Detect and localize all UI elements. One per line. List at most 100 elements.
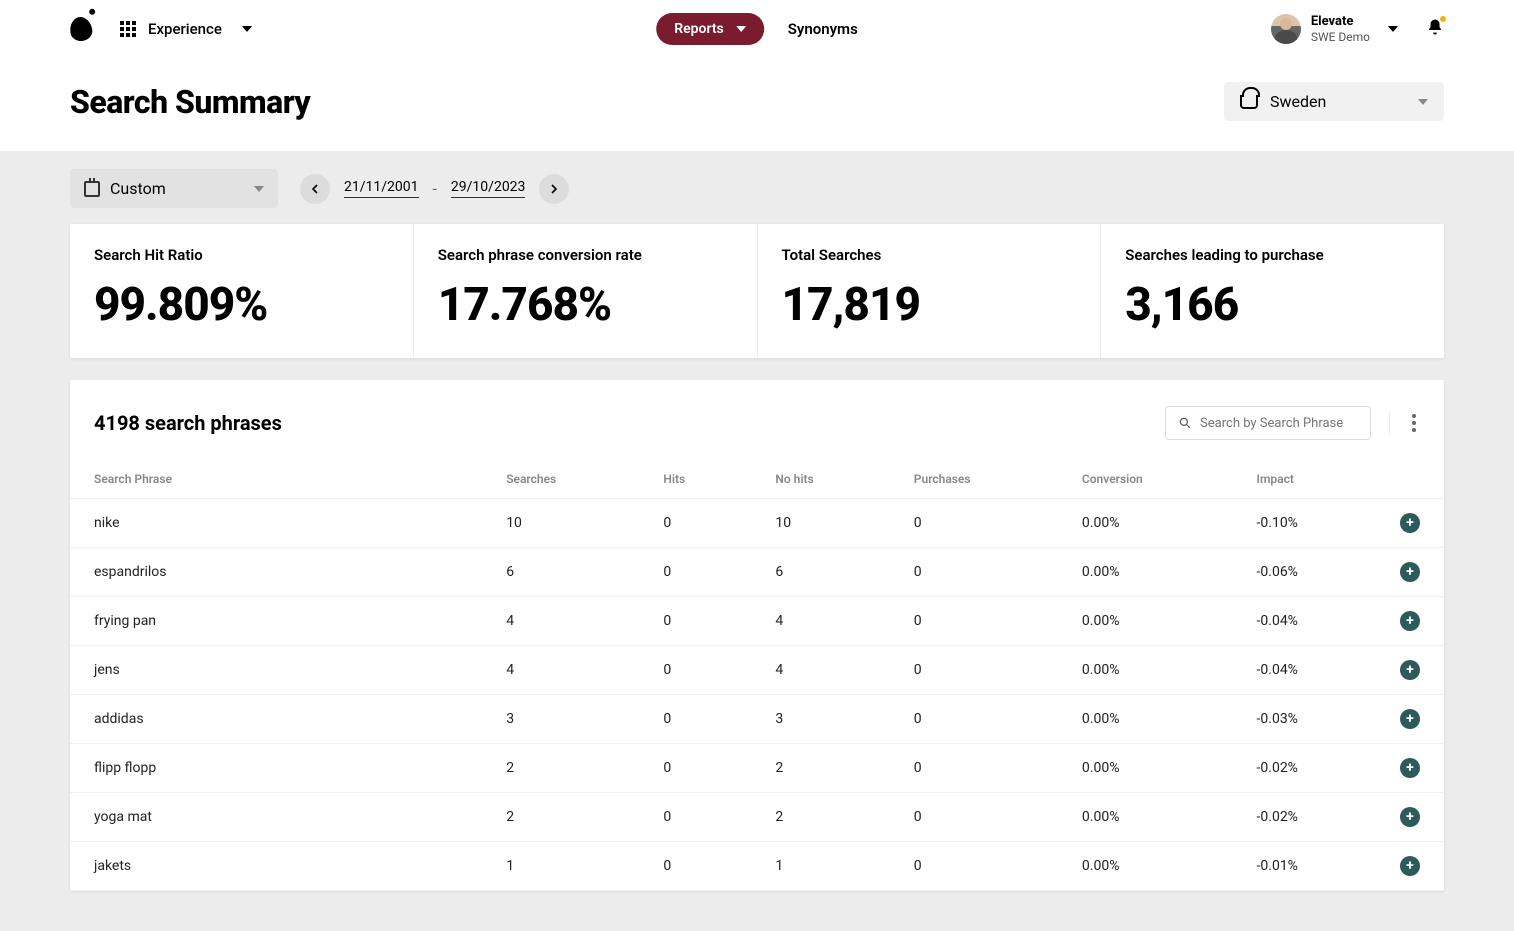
table-row[interactable]: yoga mat 2 0 2 0 0.00% -0.02% + — [70, 793, 1444, 842]
column-header[interactable]: No hits — [751, 460, 889, 499]
add-synonym-button[interactable]: + — [1400, 513, 1420, 533]
cell-hits: 0 — [639, 842, 751, 891]
cell-impact: -0.04% — [1233, 646, 1376, 695]
stat-card: Total Searches 17,819 — [758, 224, 1102, 358]
cell-conversion: 0.00% — [1058, 695, 1233, 744]
stat-card: Search Hit Ratio99.809% — [70, 224, 414, 358]
column-header[interactable]: Search Phrase — [70, 460, 482, 499]
cell-purchases: 0 — [890, 499, 1058, 548]
table-options-button[interactable] — [1408, 410, 1420, 436]
add-synonym-button[interactable]: + — [1400, 856, 1420, 876]
page-title: Search Summary — [70, 83, 310, 121]
chevron-down-icon — [1418, 99, 1428, 105]
table-row[interactable]: jens 4 0 4 0 0.00% -0.04% + — [70, 646, 1444, 695]
cell-searches: 2 — [482, 793, 639, 842]
add-synonym-button[interactable]: + — [1400, 660, 1420, 680]
nav-synonyms[interactable]: Synonyms — [788, 20, 858, 38]
date-prev-button[interactable] — [300, 174, 330, 204]
notifications-button[interactable] — [1426, 18, 1444, 40]
cell-nohits: 4 — [751, 597, 889, 646]
table-row[interactable]: jakets 1 0 1 0 0.00% -0.01% + — [70, 842, 1444, 891]
cell-searches: 1 — [482, 842, 639, 891]
cell-conversion: 0.00% — [1058, 842, 1233, 891]
chevron-right-icon — [549, 184, 559, 194]
column-header[interactable]: Conversion — [1058, 460, 1233, 499]
table-row[interactable]: flipp flopp 2 0 2 0 0.00% -0.02% + — [70, 744, 1444, 793]
cell-purchases: 0 — [890, 842, 1058, 891]
user-menu[interactable]: Elevate SWE Demo — [1271, 14, 1398, 44]
apps-icon — [120, 21, 136, 37]
column-header[interactable]: Impact — [1233, 460, 1376, 499]
table-title: 4198 search phrases — [94, 411, 282, 435]
cell-purchases: 0 — [890, 646, 1058, 695]
chevron-down-icon — [1388, 26, 1398, 32]
stat-card: Searches leading to purchase 3,166 — [1101, 224, 1444, 358]
cell-purchases: 0 — [890, 744, 1058, 793]
table-row[interactable]: espandrilos 6 0 6 0 0.00% -0.06% + — [70, 548, 1444, 597]
cell-nohits: 6 — [751, 548, 889, 597]
column-header[interactable] — [1376, 460, 1444, 499]
experience-switcher[interactable]: Experience — [120, 20, 252, 38]
cell-conversion: 0.00% — [1058, 744, 1233, 793]
user-name: Elevate — [1311, 14, 1370, 30]
add-synonym-button[interactable]: + — [1400, 758, 1420, 778]
add-synonym-button[interactable]: + — [1400, 709, 1420, 729]
cell-hits: 0 — [639, 548, 751, 597]
cell-conversion: 0.00% — [1058, 499, 1233, 548]
cell-impact: -0.02% — [1233, 793, 1376, 842]
table-row[interactable]: addidas 3 0 3 0 0.00% -0.03% + — [70, 695, 1444, 744]
stat-card: Search phrase conversion rate17.768% — [414, 224, 758, 358]
basket-icon — [1240, 95, 1258, 109]
cell-impact: -0.10% — [1233, 499, 1376, 548]
logo[interactable] — [68, 15, 94, 42]
date-from[interactable]: 21/11/2001 — [344, 179, 419, 198]
cell-conversion: 0.00% — [1058, 793, 1233, 842]
cell-conversion: 0.00% — [1058, 548, 1233, 597]
cell-nohits: 2 — [751, 744, 889, 793]
cell-searches: 4 — [482, 597, 639, 646]
date-range-preset[interactable]: Custom — [70, 169, 278, 208]
date-next-button[interactable] — [539, 174, 569, 204]
column-header[interactable]: Hits — [639, 460, 751, 499]
date-to[interactable]: 29/10/2023 — [451, 179, 526, 198]
stat-value: 17,819 — [782, 278, 1077, 332]
column-header[interactable]: Searches — [482, 460, 639, 499]
table-search[interactable] — [1165, 406, 1371, 440]
reports-dropdown[interactable]: Reports — [656, 13, 764, 45]
cell-impact: -0.02% — [1233, 744, 1376, 793]
divider — [1389, 411, 1390, 435]
cell-hits: 0 — [639, 646, 751, 695]
chevron-down-icon — [736, 26, 746, 32]
table-row[interactable]: frying pan 4 0 4 0 0.00% -0.04% + — [70, 597, 1444, 646]
user-org: SWE Demo — [1311, 30, 1370, 44]
cell-searches: 3 — [482, 695, 639, 744]
market-selector[interactable]: Sweden — [1224, 82, 1444, 121]
table-search-input[interactable] — [1200, 416, 1358, 431]
add-synonym-button[interactable]: + — [1400, 807, 1420, 827]
column-header[interactable]: Purchases — [890, 460, 1058, 499]
cell-searches: 6 — [482, 548, 639, 597]
stat-label: Searches leading to purchase — [1125, 246, 1420, 264]
stat-label: Total Searches — [782, 246, 1077, 264]
cell-nohits: 2 — [751, 793, 889, 842]
date-separator: - — [433, 179, 437, 198]
cell-impact: -0.06% — [1233, 548, 1376, 597]
cell-phrase: addidas — [70, 695, 482, 744]
cell-phrase: jens — [70, 646, 482, 695]
add-synonym-button[interactable]: + — [1400, 611, 1420, 631]
calendar-icon — [84, 181, 100, 197]
table-row[interactable]: nike 10 0 10 0 0.00% -0.10% + — [70, 499, 1444, 548]
cell-searches: 2 — [482, 744, 639, 793]
stat-label: Search phrase conversion rate — [438, 246, 733, 264]
chevron-down-icon — [254, 186, 264, 192]
cell-phrase: flipp flopp — [70, 744, 482, 793]
experience-label: Experience — [148, 20, 222, 38]
cell-hits: 0 — [639, 744, 751, 793]
cell-searches: 4 — [482, 646, 639, 695]
cell-impact: -0.01% — [1233, 842, 1376, 891]
cell-phrase: espandrilos — [70, 548, 482, 597]
reports-label: Reports — [674, 21, 724, 37]
cell-purchases: 0 — [890, 548, 1058, 597]
add-synonym-button[interactable]: + — [1400, 562, 1420, 582]
stat-value: 3,166 — [1125, 278, 1420, 332]
